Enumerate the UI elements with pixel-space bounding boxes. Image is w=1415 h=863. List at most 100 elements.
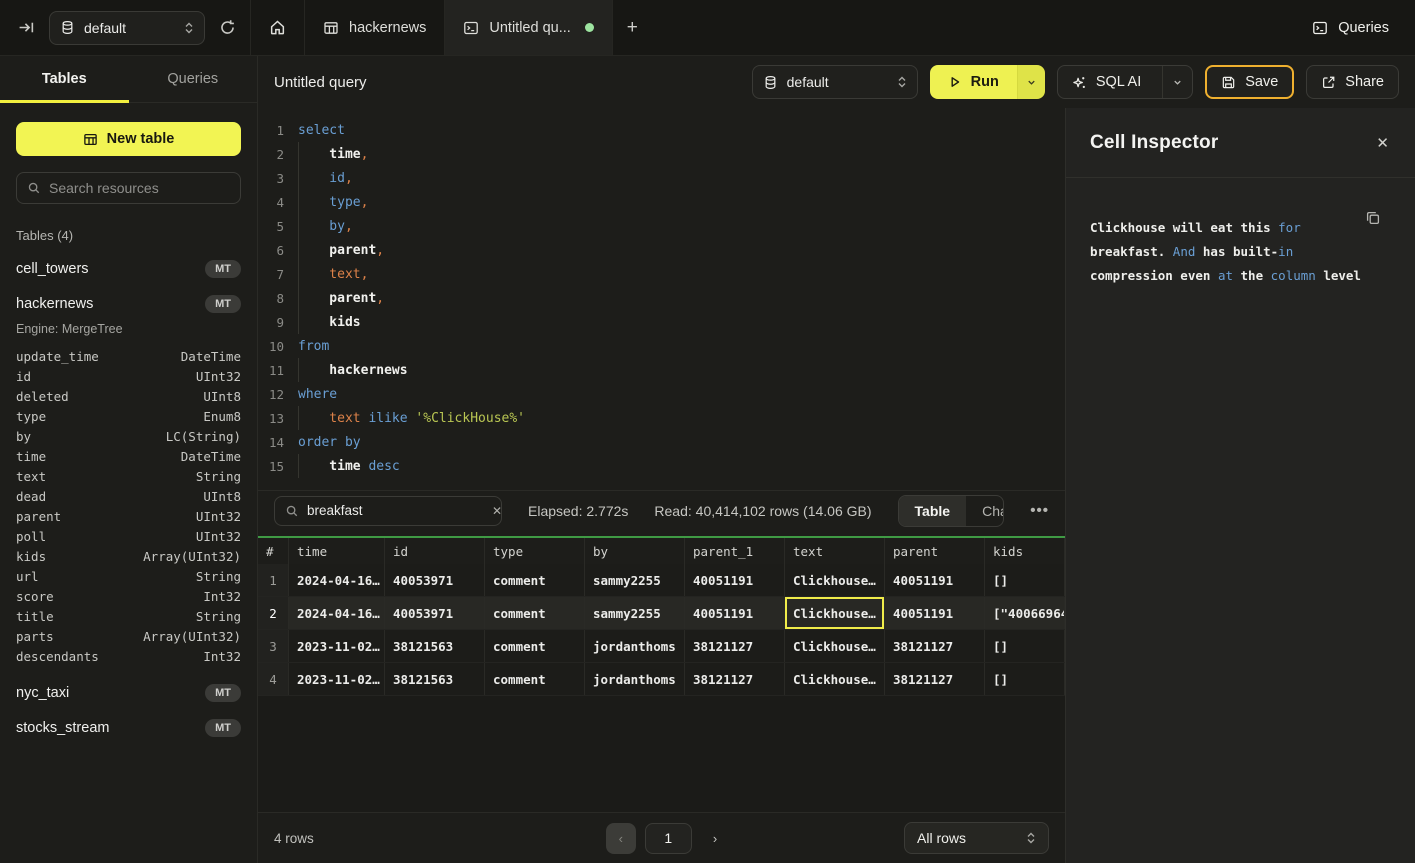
table-cell[interactable]: 2024-04-16… [289,597,385,629]
table-cell[interactable]: 2024-04-16… [289,564,385,596]
table-cell[interactable]: 40051191 [685,597,785,629]
main-area: Untitled query default Run [258,56,1415,863]
tables-list: cell_towersMThackernewsMTEngine: MergeTr… [16,260,241,737]
row-number-cell[interactable]: 1 [258,564,289,596]
copy-icon[interactable] [1365,210,1381,226]
tab-untitled-query[interactable]: Untitled qu... [445,0,612,55]
prev-page-button[interactable]: ‹ [606,823,636,854]
column-name: descendants [16,647,99,667]
line-number: 14 [258,435,284,450]
sidebar-table-hackernews[interactable]: hackernewsMT [16,295,241,313]
queries-button[interactable]: Queries [1286,0,1415,55]
table-cell[interactable]: 38121563 [385,663,485,695]
table-cell[interactable]: Clickhouse… [785,663,885,695]
table-cell[interactable]: ["40066964… [985,597,1065,629]
line-number: 7 [258,267,284,282]
row-number-cell[interactable]: 3 [258,630,289,662]
column-header-id[interactable]: id [385,538,485,564]
code-line: 15 time desc [258,454,1065,478]
more-options-icon[interactable]: ••• [1030,502,1049,519]
table-cell[interactable]: 40051191 [685,564,785,596]
table-columns-list: update_timeDateTimeidUInt32deletedUInt8t… [16,347,241,667]
code-text: parent, [298,291,384,306]
table-cell[interactable]: 40053971 [385,564,485,596]
page-number-input[interactable] [646,824,691,853]
code-text: parent, [298,243,384,258]
column-header-by[interactable]: by [585,538,685,564]
code-text: where [298,387,337,402]
save-button[interactable]: Save [1205,65,1294,99]
view-toggle-table[interactable]: Table [899,496,967,526]
table-cell[interactable]: 40051191 [885,564,985,596]
table-cell[interactable]: comment [485,597,585,629]
table-cell[interactable]: 40051191 [885,597,985,629]
table-cell[interactable]: Clickhouse… [785,597,885,629]
table-cell[interactable]: 38121127 [685,630,785,662]
sql-ai-options-button[interactable] [1162,66,1192,98]
column-header-kids[interactable]: kids [985,538,1065,564]
column-name: id [16,367,31,387]
table-cell[interactable]: comment [485,663,585,695]
table-cell[interactable]: [] [985,663,1065,695]
table-cell[interactable]: 40053971 [385,597,485,629]
tab-hackernews[interactable]: hackernews [305,0,445,55]
table-cell[interactable]: 38121127 [885,630,985,662]
view-toggle: Table Chart [898,495,1005,527]
table-cell[interactable]: 38121563 [385,630,485,662]
refresh-icon[interactable] [219,19,236,36]
sql-ai-button[interactable]: SQL AI [1058,66,1153,98]
column-type: String [196,467,241,487]
table-cell[interactable]: 2023-11-02… [289,630,385,662]
table-cell[interactable]: sammy2255 [585,564,685,596]
column-header-#[interactable]: # [258,538,289,564]
share-button[interactable]: Share [1306,65,1399,99]
sql-editor[interactable]: 1select2 time,3 id,4 type,5 by,6 parent,… [258,108,1065,490]
sidebar-tab-queries[interactable]: Queries [129,56,258,102]
column-name: type [16,407,46,427]
new-table-button[interactable]: New table [16,122,241,156]
table-cell[interactable]: Clickhouse… [785,630,885,662]
table-cell[interactable]: [] [985,564,1065,596]
sidebar-tab-tables[interactable]: Tables [0,56,129,102]
table-cell[interactable]: sammy2255 [585,597,685,629]
table-cell[interactable]: 38121127 [685,663,785,695]
topbar-database-selector[interactable]: default [49,11,205,45]
table-cell[interactable]: jordanthoms [585,630,685,662]
table-cell[interactable]: 2023-11-02… [289,663,385,695]
page-size-selector[interactable]: All rows [904,822,1049,854]
table-cell[interactable]: [] [985,630,1065,662]
row-number-cell[interactable]: 4 [258,663,289,695]
row-number-cell[interactable]: 2 [258,597,289,629]
sidebar-table-nyc_taxi[interactable]: nyc_taxiMT [16,684,241,702]
column-name: poll [16,527,46,547]
clear-search-icon[interactable]: ✕ [492,504,502,518]
sidebar-search-input[interactable] [49,180,230,196]
table-cell[interactable]: 38121127 [885,663,985,695]
run-options-button[interactable] [1017,65,1045,99]
collapse-sidebar-icon[interactable] [18,19,35,36]
column-type: UInt8 [203,387,241,407]
column-type: String [196,567,241,587]
column-header-parent[interactable]: parent [885,538,985,564]
query-database-selector[interactable]: default [752,65,918,99]
column-header-time[interactable]: time [289,538,385,564]
new-tab-button[interactable]: + [627,17,638,39]
table-column-row: titleString [16,607,241,627]
column-header-parent_1[interactable]: parent_1 [685,538,785,564]
view-toggle-chart[interactable]: Chart [966,496,1004,526]
close-icon[interactable]: ✕ [1376,134,1389,152]
column-header-type[interactable]: type [485,538,585,564]
table-cell[interactable]: comment [485,630,585,662]
cell-inspector-title: Cell Inspector [1090,132,1218,154]
table-cell[interactable]: Clickhouse… [785,564,885,596]
run-button[interactable]: Run [930,65,1017,99]
table-cell[interactable]: jordanthoms [585,663,685,695]
tab-home[interactable] [250,0,305,55]
results-search-input[interactable] [307,503,484,518]
column-header-text[interactable]: text [785,538,885,564]
line-number: 15 [258,459,284,474]
table-cell[interactable]: comment [485,564,585,596]
sidebar-table-stocks_stream[interactable]: stocks_streamMT [16,719,241,737]
sidebar-table-cell_towers[interactable]: cell_towersMT [16,260,241,278]
results-footer: 4 rows ‹ › All rows [258,812,1065,863]
